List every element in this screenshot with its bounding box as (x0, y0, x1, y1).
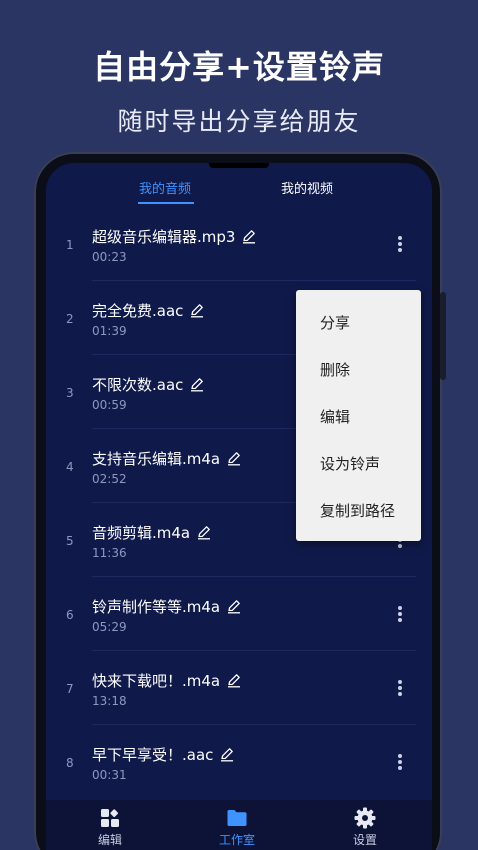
list-item[interactable]: 6 铃声制作等等.m4a 05:29 (46, 577, 432, 651)
item-duration: 11:36 (92, 546, 127, 560)
nav-studio-label: 工作室 (218, 833, 255, 847)
tab-my-audio[interactable]: 我的音频 (139, 178, 191, 197)
item-index: 1 (66, 238, 74, 252)
pencil-icon[interactable] (226, 598, 242, 614)
menu-item-set-ringtone[interactable]: 设为铃声 (320, 453, 380, 474)
item-index: 2 (66, 312, 74, 326)
item-duration: 00:23 (92, 250, 127, 264)
grid-plus-icon (101, 809, 119, 827)
pencil-icon[interactable] (226, 672, 242, 688)
active-tab-indicator (138, 202, 194, 204)
item-filename: 不限次数.aac (92, 376, 184, 394)
item-duration: 02:52 (92, 472, 127, 486)
context-menu: 分享 删除 编辑 设为铃声 复制到路径 (296, 290, 421, 541)
pencil-icon[interactable] (219, 746, 235, 762)
menu-item-copy-to-path[interactable]: 复制到路径 (320, 500, 395, 521)
nav-studio[interactable]: 工作室 (192, 800, 282, 850)
item-filename: 支持音乐编辑.m4a (92, 450, 221, 468)
more-options-icon[interactable] (393, 604, 407, 626)
tab-my-video[interactable]: 我的视频 (281, 178, 333, 197)
pencil-icon[interactable] (196, 524, 212, 540)
item-title: 不限次数.aac (92, 374, 205, 395)
nav-settings[interactable]: 设置 (320, 800, 410, 850)
item-index: 8 (66, 756, 74, 770)
item-title: 早下早享受！.aac (92, 744, 235, 765)
pencil-icon[interactable] (241, 228, 257, 244)
item-filename: 超级音乐编辑器.mp3 (92, 228, 236, 246)
pencil-icon[interactable] (189, 302, 205, 318)
menu-item-share[interactable]: 分享 (320, 312, 350, 333)
promo-title: 自由分享+设置铃声 (93, 48, 385, 86)
item-filename: 早下早享受！.aac (92, 746, 214, 764)
item-title: 音频剪辑.m4a (92, 522, 212, 543)
item-filename: 完全免费.aac (92, 302, 184, 320)
nav-settings-label: 设置 (352, 833, 377, 847)
nav-edit[interactable]: 编辑 (65, 800, 155, 850)
more-options-icon[interactable] (393, 752, 407, 774)
menu-item-delete[interactable]: 删除 (320, 359, 350, 380)
menu-item-edit[interactable]: 编辑 (320, 406, 350, 427)
promo-subtitle: 随时导出分享给朋友 (117, 107, 361, 136)
item-index: 3 (66, 386, 74, 400)
item-index: 5 (66, 534, 74, 548)
nav-edit-label: 编辑 (97, 833, 122, 847)
item-duration: 00:59 (92, 398, 127, 412)
gear-icon (354, 807, 376, 829)
item-filename: 音频剪辑.m4a (92, 524, 191, 542)
more-options-icon[interactable] (393, 678, 407, 700)
item-duration: 00:31 (92, 768, 127, 782)
item-index: 6 (66, 608, 74, 622)
pencil-icon[interactable] (226, 450, 242, 466)
item-index: 7 (66, 682, 74, 696)
tab-bar: 我的音频 我的视频 (46, 163, 432, 207)
list-item[interactable]: 8 早下早享受！.aac 00:31 (46, 725, 432, 799)
phone-side-button (440, 292, 446, 380)
list-item[interactable]: 1 超级音乐编辑器.mp3 00:23 (46, 207, 432, 281)
item-duration: 13:18 (92, 694, 127, 708)
item-filename: 快来下载吧！.m4a (92, 672, 221, 690)
item-title: 快来下载吧！.m4a (92, 670, 242, 691)
pencil-icon[interactable] (189, 376, 205, 392)
item-title: 支持音乐编辑.m4a (92, 448, 242, 469)
list-item[interactable]: 7 快来下载吧！.m4a 13:18 (46, 651, 432, 725)
item-filename: 铃声制作等等.m4a (92, 598, 221, 616)
item-title: 完全免费.aac (92, 300, 205, 321)
item-duration: 05:29 (92, 620, 127, 634)
folder-icon (227, 810, 247, 826)
item-title: 超级音乐编辑器.mp3 (92, 226, 257, 247)
bottom-navigation: 编辑 工作室 设置 (46, 800, 432, 850)
item-duration: 01:39 (92, 324, 127, 338)
more-options-icon[interactable] (393, 234, 407, 256)
item-index: 4 (66, 460, 74, 474)
item-title: 铃声制作等等.m4a (92, 596, 242, 617)
